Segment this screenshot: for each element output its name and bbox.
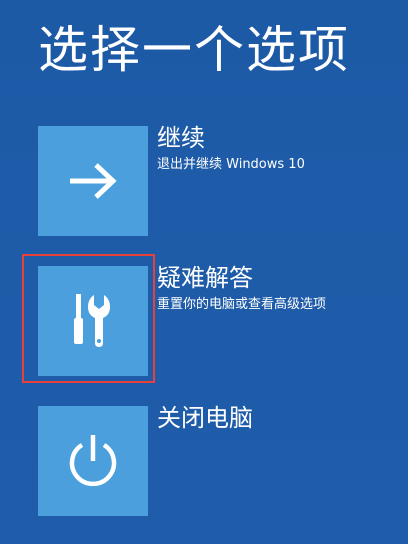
shutdown-label: 关闭电脑	[157, 404, 253, 432]
troubleshoot-option[interactable]: 疑难解答 重置你的电脑或查看高级选项	[38, 264, 378, 378]
continue-tile[interactable]	[38, 126, 148, 236]
page-title: 选择一个选项	[38, 21, 350, 79]
tools-icon	[68, 291, 118, 351]
shutdown-option[interactable]: 关闭电脑	[38, 404, 378, 518]
continue-label: 继续	[157, 124, 205, 152]
troubleshoot-label: 疑难解答	[157, 264, 253, 292]
power-icon	[66, 433, 120, 489]
recovery-screen: 选择一个选项 继续 退出并继续 Windows 10 疑难解答 重置你的电脑或查…	[0, 0, 408, 544]
continue-description: 退出并继续 Windows 10	[157, 157, 305, 172]
arrow-right-icon	[66, 161, 120, 201]
continue-option[interactable]: 继续 退出并继续 Windows 10	[38, 124, 378, 238]
shutdown-tile[interactable]	[38, 406, 148, 516]
troubleshoot-tile[interactable]	[38, 266, 148, 376]
troubleshoot-description: 重置你的电脑或查看高级选项	[157, 297, 327, 312]
